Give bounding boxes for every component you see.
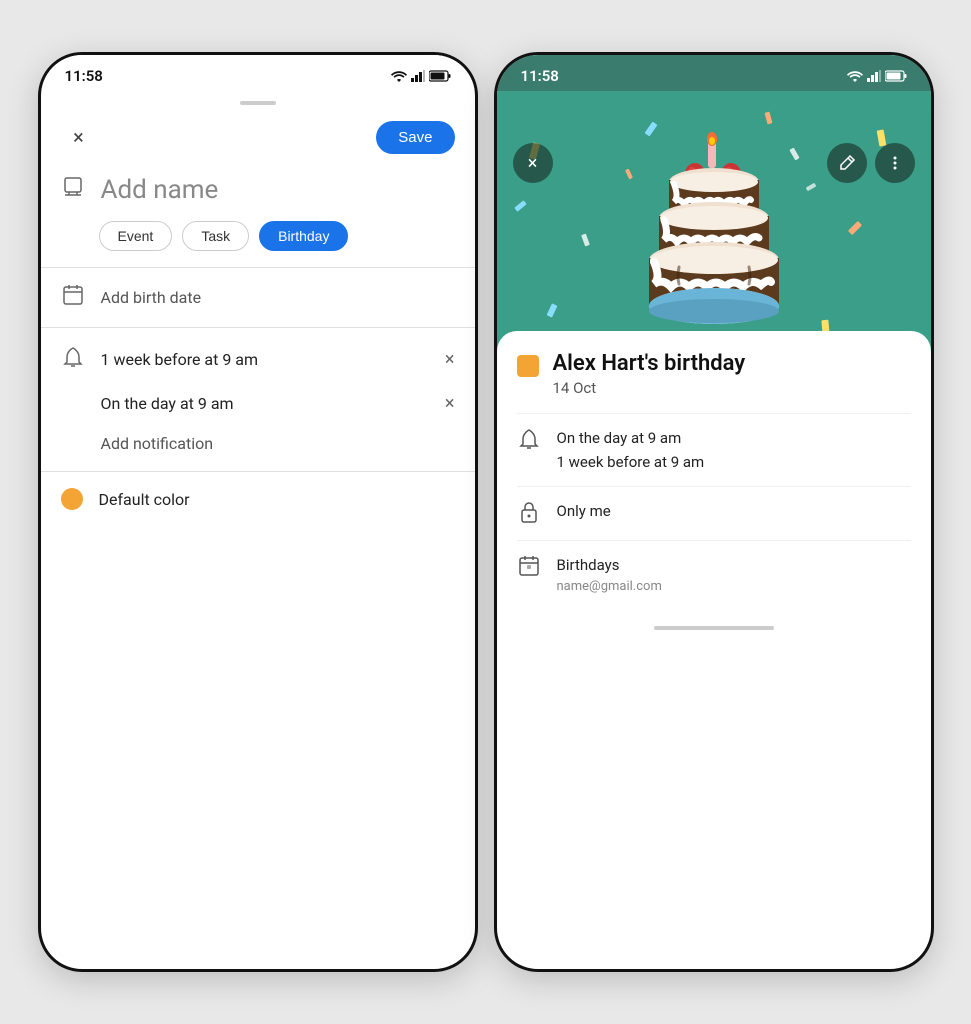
notifications-section: 1 week before at 9 am × On the day at 9 …	[41, 328, 475, 471]
phones-container: 11:58	[38, 52, 934, 972]
wifi-icon-2	[847, 70, 863, 82]
calendar-icon	[61, 284, 85, 311]
lock-icon	[517, 501, 541, 528]
notification-text-2: On the day at 9 am	[101, 394, 429, 413]
confetti-2	[581, 234, 590, 247]
event-name-row[interactable]: Add name	[41, 167, 475, 221]
event-title-row: Alex Hart's birthday 14 Oct	[517, 351, 911, 397]
event-name-placeholder: Add name	[101, 175, 219, 205]
add-notification[interactable]: Add notification	[41, 424, 475, 463]
notification-close-2[interactable]: ×	[445, 393, 455, 414]
event-type-button[interactable]: Event	[99, 221, 173, 251]
drag-handle-bar	[240, 101, 276, 105]
confetti-6	[848, 221, 862, 235]
hero-close-button[interactable]: ×	[513, 143, 553, 183]
bell-detail-icon	[517, 428, 541, 455]
visibility-row: Only me	[517, 486, 911, 540]
birthday-type-button[interactable]: Birthday	[259, 221, 348, 251]
notification-text-1: 1 week before at 9 am	[101, 350, 429, 369]
calendar-text-block: Birthdays name@gmail.com	[557, 553, 662, 598]
detail-card: Alex Hart's birthday 14 Oct On the day a…	[497, 331, 931, 610]
notification-row-1: 1 week before at 9 am ×	[41, 336, 475, 383]
wifi-icon-1	[391, 70, 407, 82]
cake-svg	[619, 132, 809, 327]
event-color-badge	[517, 355, 539, 377]
notification-close-1[interactable]: ×	[445, 349, 455, 370]
signal-icon-1	[411, 70, 425, 82]
hero-image: ×	[497, 91, 931, 351]
bell-icon-1	[61, 346, 85, 373]
type-buttons: Event Task Birthday	[41, 221, 475, 267]
status-icons-1	[391, 70, 451, 82]
task-type-button[interactable]: Task	[182, 221, 249, 251]
lock-svg	[519, 501, 539, 523]
hero-actions-right	[827, 143, 915, 183]
battery-icon-1	[429, 70, 451, 82]
event-title-info: Alex Hart's birthday 14 Oct	[553, 351, 746, 397]
time-1: 11:58	[65, 67, 103, 85]
notif-detail-2: 1 week before at 9 am	[557, 450, 705, 474]
birth-date-label: Add birth date	[101, 288, 202, 307]
save-button[interactable]: Save	[376, 121, 454, 154]
more-button[interactable]	[875, 143, 915, 183]
notifications-text-block: On the day at 9 am 1 week before at 9 am	[557, 426, 705, 474]
calendar-email: name@gmail.com	[557, 577, 662, 598]
close-button[interactable]: ×	[61, 119, 97, 155]
home-indicator	[654, 626, 774, 630]
person-icon	[61, 175, 85, 199]
status-bar-1: 11:58	[41, 55, 475, 91]
form-header: × Save	[41, 111, 475, 167]
confetti-12	[514, 200, 526, 212]
confetti-9	[764, 111, 772, 124]
color-label: Default color	[99, 490, 190, 509]
phone1: 11:58	[38, 52, 478, 972]
notifications-detail-row: On the day at 9 am 1 week before at 9 am	[517, 413, 911, 486]
more-icon	[886, 154, 904, 172]
event-title: Alex Hart's birthday	[553, 351, 746, 377]
color-row[interactable]: Default color	[41, 472, 475, 526]
bell-detail-svg	[519, 428, 539, 450]
edit-button[interactable]	[827, 143, 867, 183]
confetti-8	[546, 304, 557, 318]
event-date: 14 Oct	[553, 379, 746, 397]
visibility-text-block: Only me	[557, 499, 611, 523]
visibility-text: Only me	[557, 499, 611, 523]
phone2: 11:58	[494, 52, 934, 972]
hero-close-icon: ×	[528, 153, 538, 174]
calendar-svg	[62, 284, 84, 306]
notif-detail-1: On the day at 9 am	[557, 426, 705, 450]
calendar-detail-svg	[518, 555, 540, 577]
calendar-detail-icon	[517, 555, 541, 582]
calendar-detail-row: Birthdays name@gmail.com	[517, 540, 911, 610]
edit-icon	[838, 154, 856, 172]
cake	[619, 132, 809, 331]
name-icon	[61, 175, 85, 205]
calendar-name: Birthdays	[557, 553, 662, 577]
battery-icon-2	[885, 70, 907, 82]
time-2: 11:58	[521, 67, 559, 85]
phone1-content: × Save Add name Event T	[41, 91, 475, 961]
notification-row-2: On the day at 9 am ×	[41, 383, 475, 424]
status-icons-2	[847, 70, 907, 82]
drag-handle[interactable]	[41, 91, 475, 111]
bell-svg-1	[63, 346, 83, 368]
birth-date-row[interactable]: Add birth date	[41, 268, 475, 327]
signal-icon-2	[867, 70, 881, 82]
status-bar-2: 11:58	[497, 55, 931, 91]
color-dot	[61, 488, 83, 510]
